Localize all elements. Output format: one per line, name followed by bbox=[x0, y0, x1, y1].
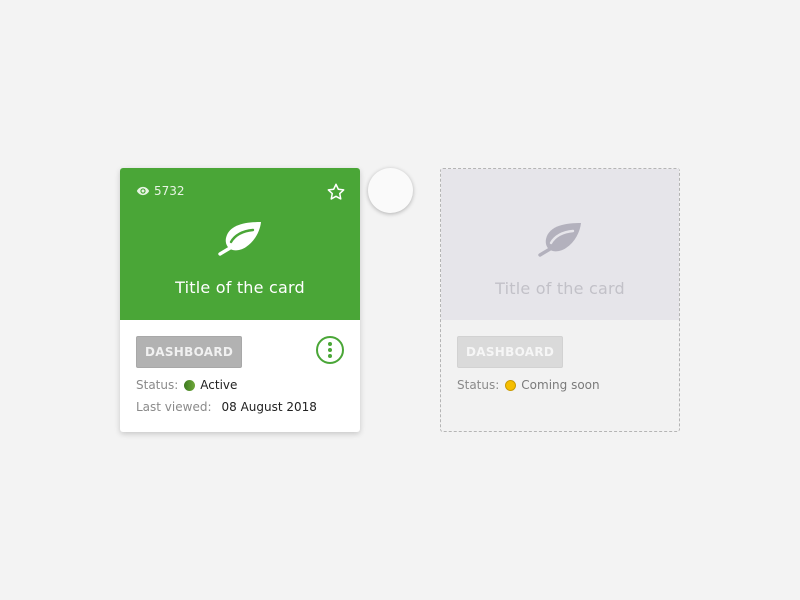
eye-icon bbox=[136, 186, 150, 196]
status-label: Status: bbox=[457, 378, 500, 392]
last-viewed-row: Last viewed: 08 August 2018 bbox=[136, 400, 344, 414]
card-header: Title of the card bbox=[441, 169, 679, 320]
status-dot-icon bbox=[184, 379, 196, 391]
more-options-button[interactable] bbox=[316, 336, 344, 364]
star-icon[interactable] bbox=[326, 182, 346, 202]
card-title: Title of the card bbox=[175, 278, 305, 297]
status-value: Active bbox=[200, 378, 238, 392]
card-body: DASHBOARD Status: Coming soon bbox=[441, 320, 679, 408]
dashboard-button[interactable]: DASHBOARD bbox=[136, 336, 243, 368]
card-active[interactable]: 5732 Title of the card DASHBOARD Status:… bbox=[120, 168, 360, 432]
more-vertical-icon-dot bbox=[328, 354, 332, 358]
last-viewed-value: 08 August 2018 bbox=[221, 400, 317, 414]
status-value: Coming soon bbox=[521, 378, 600, 392]
status-label: Status: bbox=[136, 378, 179, 392]
view-count-value: 5732 bbox=[154, 184, 185, 198]
leaf-icon bbox=[218, 222, 261, 256]
card-header: 5732 Title of the card bbox=[120, 168, 360, 320]
view-count: 5732 bbox=[136, 184, 185, 198]
card-placeholder[interactable]: Title of the card DASHBOARD Status: Comi… bbox=[440, 168, 680, 432]
toggle-button[interactable] bbox=[368, 168, 413, 213]
leaf-icon bbox=[538, 223, 581, 257]
status-row: Status: Active bbox=[136, 378, 344, 392]
card-title: Title of the card bbox=[495, 279, 625, 298]
card-body: DASHBOARD Status: Active Last viewed: 08… bbox=[120, 320, 360, 430]
status-row: Status: Coming soon bbox=[457, 378, 663, 392]
dashboard-button[interactable]: DASHBOARD bbox=[457, 336, 564, 368]
more-vertical-icon-dot bbox=[328, 348, 332, 352]
last-viewed-label: Last viewed: bbox=[136, 400, 212, 414]
more-vertical-icon bbox=[328, 342, 332, 346]
status-dot-icon bbox=[505, 379, 517, 391]
